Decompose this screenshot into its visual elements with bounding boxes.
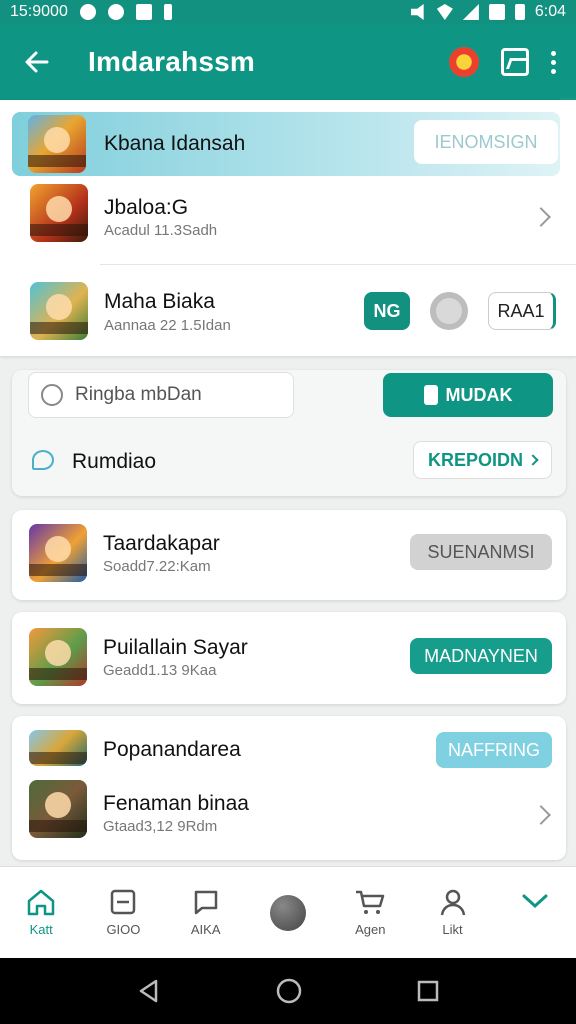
chevron-right-icon xyxy=(527,454,539,466)
record-icon xyxy=(107,4,124,20)
nav-item-ball[interactable] xyxy=(247,867,329,958)
list-item[interactable]: Maha Biaka Aannaa 22 1.5Idan NG RAA1 xyxy=(0,280,576,356)
nav-item-gioo[interactable]: GIOO xyxy=(82,867,164,958)
status-bar: 15:9000 6:04 xyxy=(0,0,576,24)
featured-row[interactable]: Kbana Idansah IENOMSIGN xyxy=(12,112,560,176)
games-list-card: Kbana Idansah IENOMSIGN Jbaloa:G Acadul … xyxy=(0,100,576,356)
game-icon xyxy=(30,282,88,340)
user-icon xyxy=(440,889,465,916)
search-input[interactable]: Ringba mbDan xyxy=(28,372,294,418)
ball-icon xyxy=(269,894,306,931)
game-name: Taardakapar xyxy=(103,532,220,555)
nav-label: Agen xyxy=(355,922,386,937)
featured-button[interactable]: IENOMSIGN xyxy=(414,120,558,164)
status-clock: 6:04 xyxy=(534,3,566,20)
game-name: Fenaman binaa xyxy=(103,792,249,815)
card-icon xyxy=(111,889,136,915)
page-title: Imdarahssm xyxy=(88,46,255,77)
game-icon xyxy=(29,780,87,838)
game-card[interactable]: Taardakapar Soadd7.22:Kam SUENANMSI xyxy=(12,510,566,600)
game-subtitle: Aannaa 22 1.5Idan xyxy=(104,317,231,334)
chat-bubble-icon xyxy=(32,450,54,470)
home-icon xyxy=(27,889,55,916)
system-nav-bar xyxy=(0,958,576,1024)
chevron-right-icon[interactable] xyxy=(531,805,551,825)
featured-title: Kbana Idansah xyxy=(104,132,246,155)
mute-icon xyxy=(410,4,424,20)
chat-icon xyxy=(194,890,217,915)
nav-label: AIKA xyxy=(190,922,221,937)
nav-item-katt[interactable]: Katt xyxy=(0,867,82,958)
back-arrow-icon xyxy=(25,51,49,73)
ng-button[interactable]: NG xyxy=(364,292,410,330)
help-icon xyxy=(79,4,96,20)
gallery-icon[interactable] xyxy=(501,48,529,76)
nav-label: Katt xyxy=(29,922,53,937)
game-icon xyxy=(29,524,87,582)
list-item[interactable]: Jbaloa:G Acadul 11.3Sadh xyxy=(0,180,576,264)
raa-button[interactable]: RAA1 xyxy=(488,292,556,330)
search-placeholder: Ringba mbDan xyxy=(75,384,202,405)
game-subtitle: Geadd1.13 9Kaa xyxy=(103,662,217,679)
game-icon xyxy=(29,628,87,686)
battery-icon xyxy=(514,4,525,20)
chevron-down-icon xyxy=(522,894,548,909)
cart-icon xyxy=(356,890,385,914)
usb-icon xyxy=(163,4,172,20)
game-name: Puilallain Sayar xyxy=(103,636,248,659)
naffring-button[interactable]: NAFFRING xyxy=(436,732,552,768)
at-icon[interactable] xyxy=(430,292,468,330)
chevron-right-icon[interactable] xyxy=(531,207,551,227)
wifi-icon xyxy=(436,4,453,20)
game-card[interactable]: Popanandarea NAFFRING Fenaman binaa Gtaa… xyxy=(12,716,566,860)
suenanmsi-button[interactable]: SUENANMSI xyxy=(410,534,552,570)
game-subtitle: Acadul 11.3Sadh xyxy=(104,222,218,239)
signal-icon xyxy=(462,4,479,20)
game-icon xyxy=(28,115,86,173)
krepoidn-label: KREPOIDN xyxy=(427,449,523,470)
divider xyxy=(100,264,576,265)
check-circle-icon xyxy=(41,384,63,406)
game-name: Popanandarea xyxy=(103,738,241,761)
bottom-nav: Katt GIOO AIKA Agen Likt xyxy=(0,866,576,958)
more-icon[interactable] xyxy=(551,50,556,74)
recents-square-icon[interactable] xyxy=(416,979,440,1003)
game-icon xyxy=(29,730,87,766)
mudak-label: MUDAK xyxy=(445,384,513,405)
mudak-button[interactable]: MUDAK xyxy=(383,373,553,417)
search-card: Ringba mbDan MUDAK Rumdiao KREPOIDN xyxy=(12,370,566,496)
back-triangle-icon[interactable] xyxy=(136,978,162,1004)
app-bar: Imdarahssm xyxy=(0,24,576,100)
nav-item-aika[interactable]: AIKA xyxy=(165,867,247,958)
back-button[interactable] xyxy=(0,24,74,100)
nav-item-likt[interactable]: Likt xyxy=(411,867,493,958)
nav-label: GIOO xyxy=(106,922,141,937)
lock-icon xyxy=(423,385,438,405)
mail-icon xyxy=(135,4,152,20)
game-icon xyxy=(30,184,88,242)
status-time: 15:9000 xyxy=(10,3,68,20)
game-subtitle: Gtaad3,12 9Rdm xyxy=(103,818,218,835)
home-circle-icon[interactable] xyxy=(275,977,303,1005)
game-name: Jbaloa:G xyxy=(104,196,189,219)
nav-item-agen[interactable]: Agen xyxy=(329,867,411,958)
game-name: Maha Biaka xyxy=(104,290,215,313)
nav-item-more[interactable] xyxy=(494,867,576,958)
nav-label: Likt xyxy=(442,922,463,937)
coin-icon[interactable] xyxy=(449,47,479,77)
image-icon xyxy=(488,4,505,20)
madnaynen-button[interactable]: MADNAYNEN xyxy=(410,638,552,674)
rumdian-label: Rumdiao xyxy=(72,450,157,473)
game-card[interactable]: Puilallain Sayar Geadd1.13 9Kaa MADNAYNE… xyxy=(12,612,566,704)
game-subtitle: Soadd7.22:Kam xyxy=(103,558,211,575)
krepoidn-button[interactable]: KREPOIDN xyxy=(413,441,552,479)
